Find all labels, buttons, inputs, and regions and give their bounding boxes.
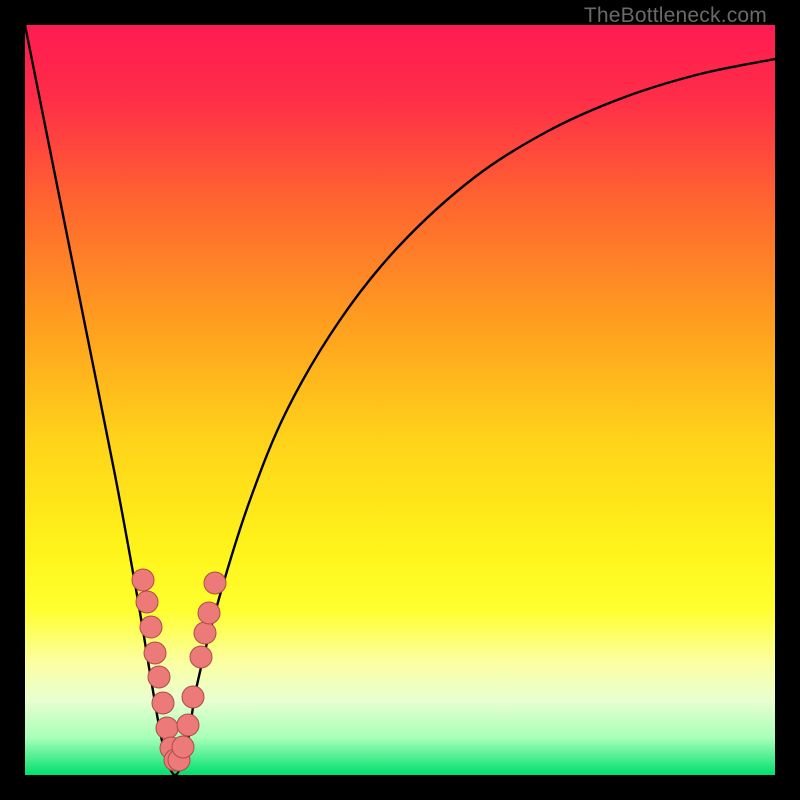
curve-marker bbox=[144, 642, 166, 664]
curve-marker bbox=[152, 692, 174, 714]
plot-area bbox=[25, 25, 775, 775]
curve-marker bbox=[182, 686, 204, 708]
bottleneck-curve bbox=[25, 25, 775, 775]
curve-marker bbox=[136, 591, 158, 613]
outer-frame: TheBottleneck.com bbox=[0, 0, 800, 800]
curve-marker bbox=[177, 714, 199, 736]
curve-marker bbox=[198, 602, 220, 624]
curve-marker bbox=[148, 666, 170, 688]
curve-marker bbox=[172, 736, 194, 758]
curve-marker bbox=[132, 569, 154, 591]
curve-marker bbox=[140, 616, 162, 638]
curve-marker bbox=[156, 717, 178, 739]
watermark-text: TheBottleneck.com bbox=[584, 4, 767, 28]
curve-line bbox=[25, 25, 775, 775]
curve-marker bbox=[204, 572, 226, 594]
curve-marker bbox=[194, 622, 216, 644]
curve-marker bbox=[190, 646, 212, 668]
